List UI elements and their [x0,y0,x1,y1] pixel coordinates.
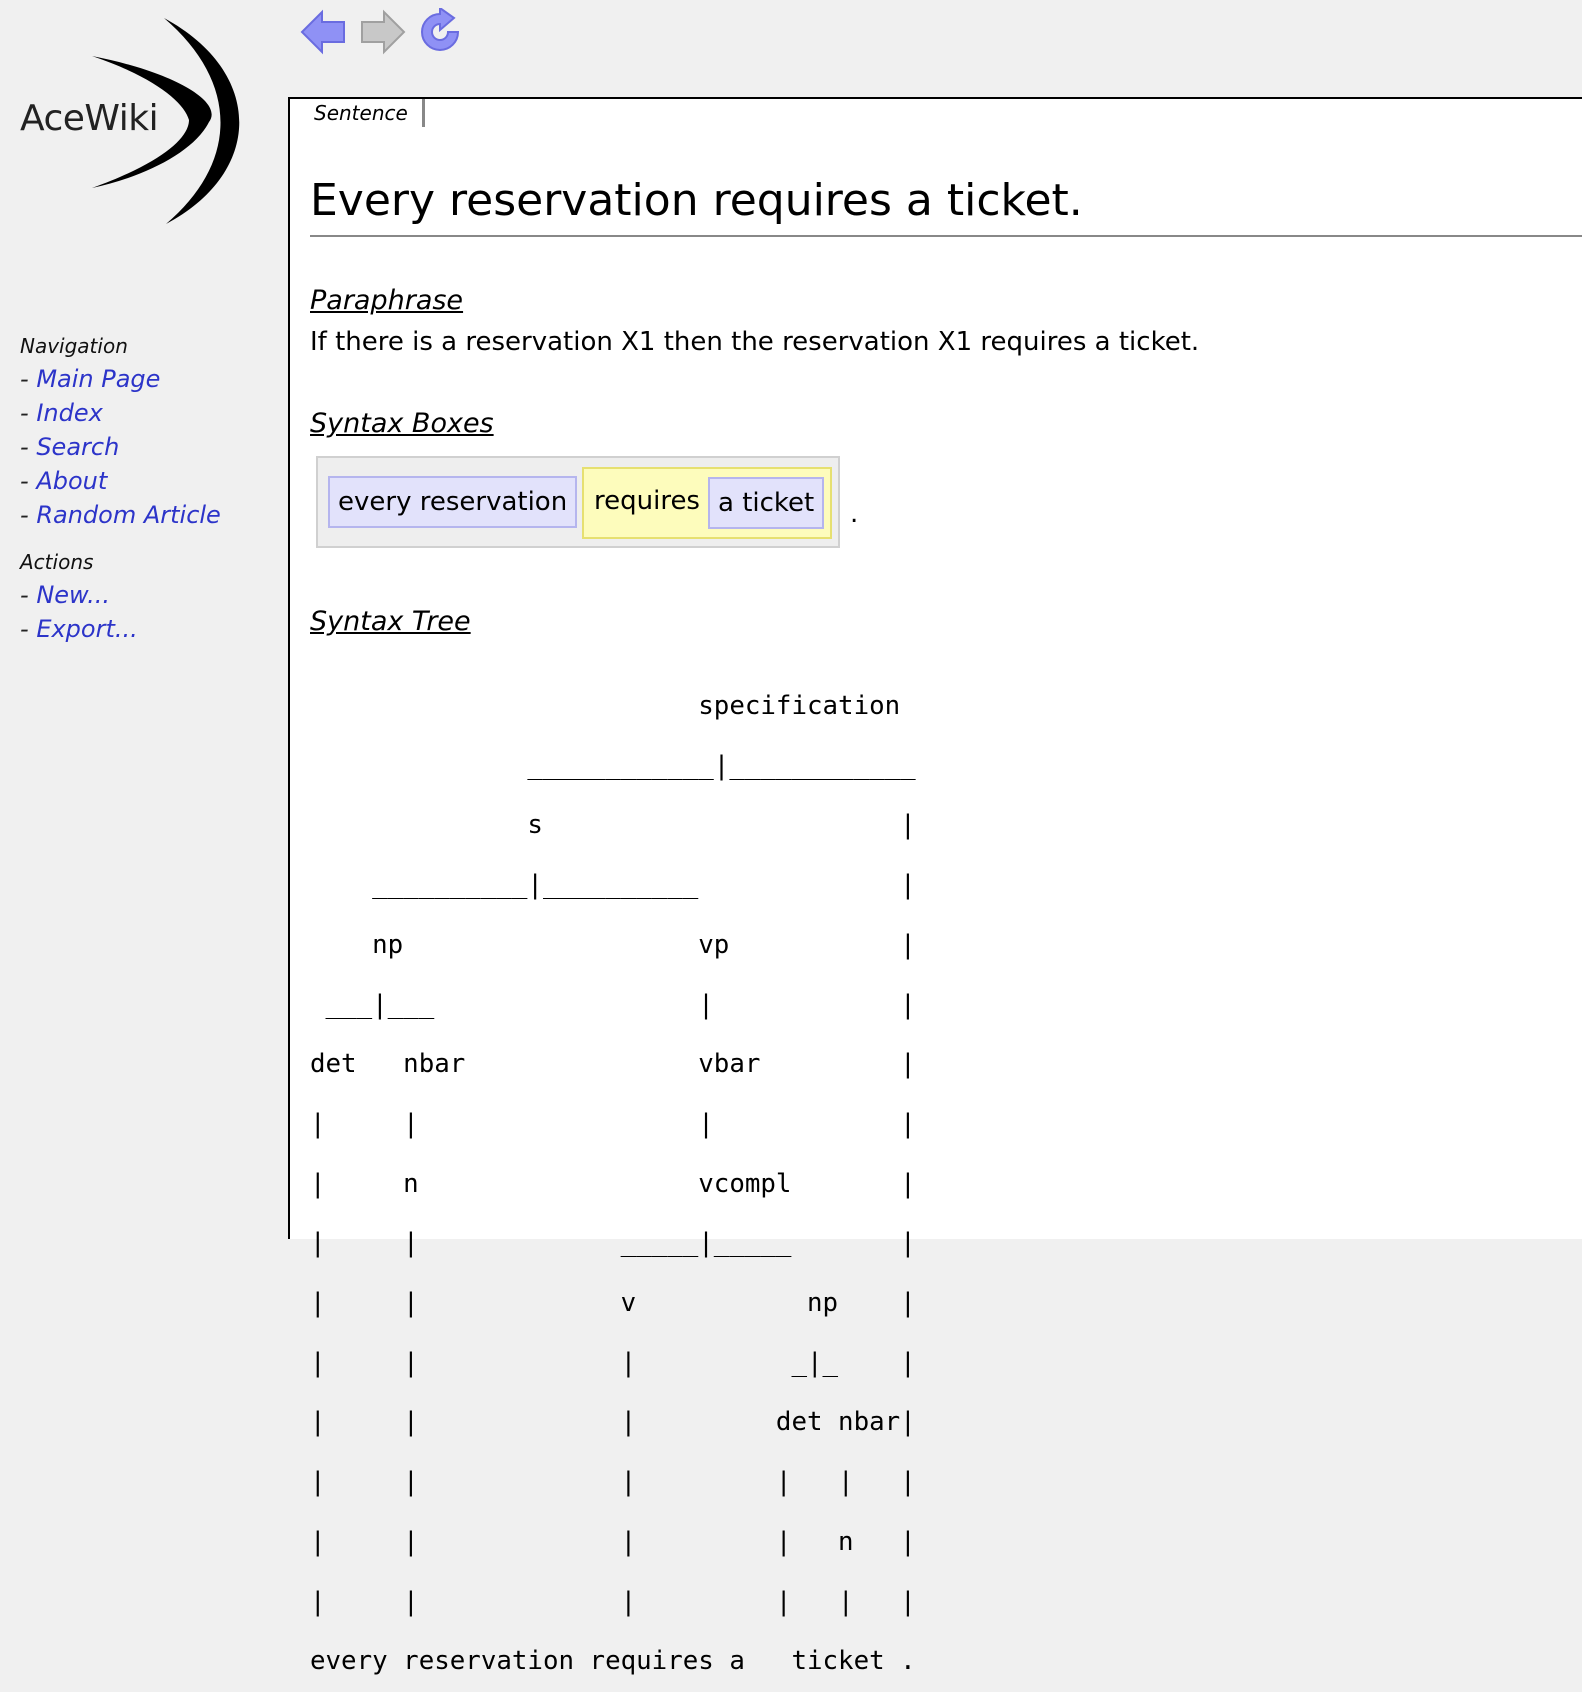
syntax-tree: specification ____________|____________ … [310,677,916,1692]
sidebar-item-about: - About [20,467,108,495]
main-page-link[interactable]: Main Page [36,365,160,393]
syntax-tree-heading[interactable]: Syntax Tree [310,606,471,637]
syntax-tree-line: | | | det nbar| [310,1407,916,1438]
refresh-button[interactable] [416,6,464,56]
syntax-tree-line: | | | _|_ | [310,1347,916,1378]
sidebar-item-index: - Index [20,399,103,427]
actions-heading: Actions [20,550,94,574]
paraphrase-text: If there is a reservation X1 then the re… [310,327,1200,357]
syntax-boxes: every reservation requires a ticket [316,456,840,548]
sentence-period: . [850,499,859,529]
sidebar-item-new: - New... [20,581,111,609]
syntax-tree-line: __________|__________ | [310,870,916,901]
vp-box: requires a ticket [582,467,832,539]
syntax-tree-line: | | | | [310,1108,916,1139]
back-arrow-icon [300,9,345,55]
np-box-subject: every reservation [328,476,578,528]
np-box-object: a ticket [708,477,825,529]
syntax-tree-line: | | v np | [310,1288,916,1319]
sidebar-item-search: - Search [20,433,120,461]
forward-button[interactable] [358,8,406,56]
back-button[interactable] [300,8,348,56]
syntax-boxes-heading[interactable]: Syntax Boxes [310,408,494,439]
syntax-tree-line: | n vcompl | [310,1168,916,1199]
syntax-tree-line: | | | | | | [310,1586,916,1617]
sidebar-item-main-page: - Main Page [20,365,161,393]
paraphrase-heading[interactable]: Paraphrase [310,285,463,316]
syntax-tree-line: np vp | [310,929,916,960]
syntax-tree-line: every reservation requires a ticket . [310,1646,916,1677]
new-link[interactable]: New... [36,581,110,609]
syntax-tree-line: ___|___ | | [310,989,916,1020]
sidebar-actions: Actions - New... - Export... [20,550,138,646]
export-link[interactable]: Export... [36,615,137,643]
sidebar-navigation: Navigation - Main Page - Index - Search … [20,334,221,532]
syntax-tree-line: ____________|____________ [310,750,916,781]
sidebar-item-export: - Export... [20,615,138,643]
vp-verb: requires [594,486,700,516]
page-title: Every reservation requires a ticket. [310,175,1083,226]
syntax-tree-line: | | _____|_____ | [310,1228,916,1259]
navigation-heading: Navigation [20,334,128,358]
about-link[interactable]: About [36,467,107,495]
syntax-tree-line: specification [310,691,901,721]
logo-text: AceWiki [20,98,159,139]
acewiki-logo[interactable]: AceWiki [14,12,264,232]
syntax-tree-line: det nbar vbar | [310,1049,916,1080]
sidebar-item-random-article: - Random Article [20,501,221,529]
forward-arrow-icon [361,9,406,55]
tab-sentence[interactable]: Sentence [300,99,425,127]
index-link[interactable]: Index [36,399,103,427]
syntax-tree-line: | | | | | | [310,1467,916,1498]
refresh-icon [421,6,460,51]
title-divider [310,235,1582,237]
random-article-link[interactable]: Random Article [36,501,221,529]
search-link[interactable]: Search [36,433,119,461]
syntax-tree-line: s | [310,810,916,841]
sentence-panel: Sentence Every reservation requires a ti… [288,97,1582,1676]
syntax-tree-line: | | | | n | [310,1526,916,1557]
